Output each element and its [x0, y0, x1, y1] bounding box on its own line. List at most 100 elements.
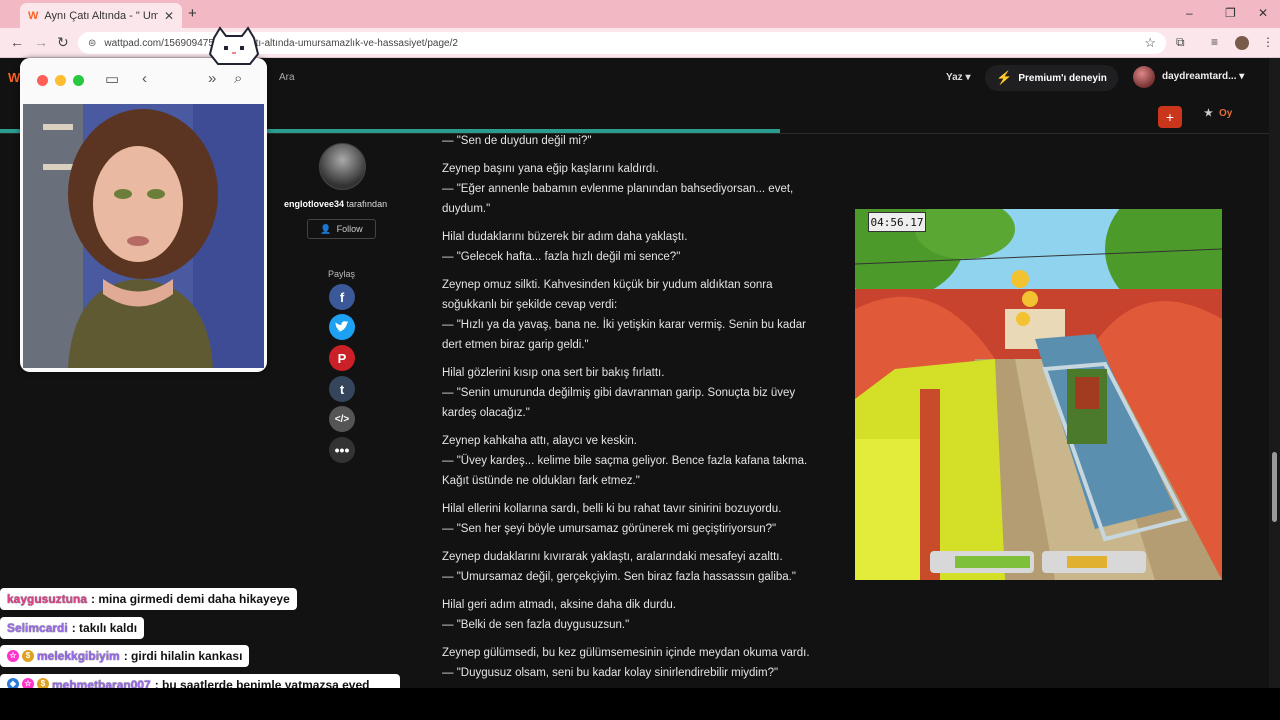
star-icon: ★ [1204, 108, 1213, 119]
premium-button[interactable]: ⚡ Premium'ı deneyin [985, 65, 1118, 91]
write-menu[interactable]: Yaz ▾ [946, 72, 971, 83]
story-paragraph: Hilal gözlerini kısıp ona sert bir bakış… [442, 363, 812, 423]
premium-label: Premium'ı deneyin [1018, 72, 1107, 84]
story-line: — "Belki de sen fazla duygusuzsun." [442, 619, 630, 631]
story-line: Zeynep omuz silkti. Kahvesinden küçük bi… [442, 279, 773, 311]
write-label: Yaz [946, 72, 963, 83]
story-line: Hilal geri adım atmadı, aksine daha dik … [442, 599, 676, 611]
tumblr-icon[interactable]: t [329, 376, 355, 402]
share-label: Paylaş [328, 269, 356, 279]
user-avatar[interactable] [1133, 66, 1155, 88]
story-line: — "Sen de duydun değil mi?" [442, 135, 592, 147]
close-tab-icon[interactable]: ✕ [164, 9, 174, 23]
search-icon[interactable]: ⌕ [234, 70, 242, 87]
story-line: — "Gelecek hafta... fazla hızlı değil mi… [442, 251, 681, 263]
search-label[interactable]: Ara [279, 72, 295, 83]
profile-avatar[interactable] [1235, 36, 1249, 50]
chat-text: : mina girmedi demi daha hikayeye [91, 592, 290, 606]
story-text: — "Sen de duydun değil mi?" Zeynep başını… [442, 131, 812, 691]
story-paragraph: — "Sen de duydun değil mi?" [442, 131, 812, 151]
tab-title: Aynı Çatı Altında - " Umursamaz [44, 9, 158, 22]
facebook-icon[interactable]: f [329, 284, 355, 310]
reload-icon[interactable]: ↻ [57, 34, 69, 51]
story-line: — "Senin umurunda değilmiş gibi davranma… [442, 387, 796, 419]
chevron-left-icon[interactable]: ‹ [142, 70, 147, 87]
twitter-icon[interactable] [329, 314, 355, 340]
author-byline: englotlovee34 tarafından [284, 199, 387, 209]
author-suffix: tarafından [346, 199, 388, 209]
bottom-strip [0, 688, 1280, 720]
new-tab-button[interactable]: + [188, 5, 197, 22]
close-dot[interactable] [37, 75, 48, 86]
story-line: — "Duygusuz olsam, seni bu kadar kolay s… [442, 667, 779, 679]
pinterest-icon[interactable]: P [329, 345, 355, 371]
forward-icon[interactable]: → [34, 34, 48, 50]
follow-button[interactable]: 👤 Follow [307, 219, 376, 239]
chat-message: Selimcardi: takılı kaldı [0, 617, 145, 639]
chat-badge-icon: $ [22, 650, 34, 662]
gameplay-video [855, 209, 1222, 580]
story-line: — "Eğer annenle babamın evlenme planında… [442, 183, 794, 215]
sidebar-icon[interactable]: ▭ [105, 70, 119, 88]
browser-tab[interactable]: W Aynı Çatı Altında - " Umursamaz ✕ [20, 3, 182, 28]
chat-nick: Selimcardi [7, 621, 68, 635]
minimize-dot[interactable] [55, 75, 66, 86]
vote-button[interactable]: ★ Oy [1204, 108, 1232, 119]
add-user-icon: 👤 [320, 223, 332, 234]
story-line: Zeynep başını yana eğip kaşlarını kaldır… [442, 163, 659, 175]
story-line: Hilal dudaklarını büzerek bir adım daha … [442, 231, 688, 243]
story-line: Hilal ellerini kollarına sardı, belli ki… [442, 503, 782, 515]
vote-label: Oy [1218, 108, 1233, 119]
chat-nick: kaygusuztuna [7, 592, 88, 606]
chevron-double-right-icon[interactable]: » [208, 70, 216, 87]
webcam-window: ▭ ‹ » ⌕ [20, 58, 267, 372]
wattpad-favicon-icon: W [28, 9, 39, 22]
story-paragraph: Zeynep gülümsedi, bu kez gülümsemesinin … [442, 643, 812, 683]
more-icon[interactable]: ••• [329, 437, 355, 463]
user-menu[interactable]: daydreamtard... ▾ [1162, 71, 1244, 82]
story-line: Zeynep dudaklarını kıvırarak yaklaştı, a… [442, 551, 783, 563]
site-info-icon[interactable]: ⊜ [88, 38, 96, 49]
story-paragraph: Zeynep dudaklarını kıvırarak yaklaştı, a… [442, 547, 812, 587]
story-paragraph: Zeynep omuz silkti. Kahvesinden küçük bi… [442, 275, 812, 355]
story-line: Zeynep gülümsedi, bu kez gülümsemesinin … [442, 647, 810, 659]
reading-list-icon[interactable]: ≡ [1211, 35, 1218, 49]
add-to-library-button[interactable]: + [1158, 106, 1182, 128]
page-scrollbar[interactable] [1269, 58, 1280, 688]
back-icon[interactable]: ← [10, 34, 24, 50]
restore-button[interactable]: ❐ [1225, 6, 1236, 20]
story-line: Zeynep kahkaha attı, alaycı ve keskin. [442, 435, 637, 447]
story-paragraph: Zeynep kahkaha attı, alaycı ve keskin. — … [442, 431, 812, 491]
lightning-icon: ⚡ [996, 70, 1013, 85]
zoom-dot[interactable] [73, 75, 84, 86]
username: daydreamtard... [1162, 71, 1237, 82]
author-name[interactable]: englotlovee34 [284, 199, 344, 209]
close-window-button[interactable]: ✕ [1258, 6, 1268, 20]
story-paragraph: Hilal dudaklarını büzerek bir adım daha … [442, 227, 812, 267]
story-paragraph: Hilal geri adım atmadı, aksine daha dik … [442, 595, 812, 635]
menu-icon[interactable]: ⋮ [1262, 35, 1274, 49]
embed-icon[interactable]: </> [329, 406, 355, 432]
wattpad-logo-icon[interactable]: W [8, 70, 20, 85]
follow-label: Follow [336, 224, 363, 234]
bookmark-star-icon[interactable]: ☆ [1144, 35, 1156, 51]
minimize-button[interactable]: – [1186, 6, 1193, 20]
author-avatar[interactable] [319, 143, 366, 190]
address-bar-row: ← → ↻ ⊜ wattpad.com/1569094754-aynı-çatı… [0, 28, 1280, 58]
chat-text: : takılı kaldı [71, 621, 138, 635]
chat-badge-icon: ☆ [7, 650, 19, 662]
chat-text: : girdi hilalin kankası [123, 649, 243, 663]
webcam-video [23, 104, 264, 368]
story-line: — "Hızlı ya da yavaş, bana ne. İki yetiş… [442, 319, 806, 351]
scrollbar-thumb[interactable] [1272, 452, 1277, 522]
game-timer: 04:56.17 [868, 212, 926, 232]
story-line: — "Umursamaz değil, gerçekçiyim. Sen bir… [442, 571, 796, 583]
story-line: — "Üvey kardeş... kelime bile saçma geli… [442, 455, 808, 487]
story-line: Hilal gözlerini kısıp ona sert bir bakış… [442, 367, 665, 379]
pixel-cat-sticker [208, 26, 260, 65]
story-paragraph: Hilal ellerini kollarına sardı, belli ki… [442, 499, 812, 539]
story-paragraph: Zeynep başını yana eğip kaşlarını kaldır… [442, 159, 812, 219]
browser-tab-bar: W Aynı Çatı Altında - " Umursamaz ✕ + – … [0, 0, 1280, 28]
screen: W Aynı Çatı Altında - " Umursamaz ✕ + – … [0, 0, 1280, 720]
extensions-icon[interactable]: ⧉ [1176, 35, 1185, 50]
